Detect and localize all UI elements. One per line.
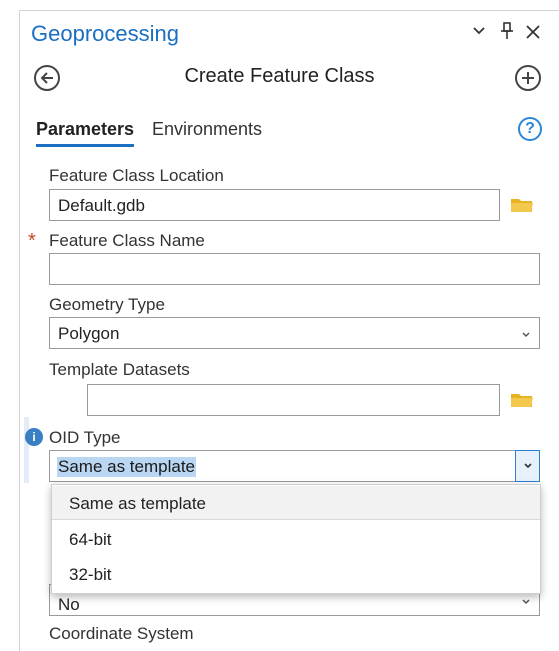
location-input[interactable]: Default.gdb bbox=[49, 189, 500, 221]
oid-dropdown-button[interactable] bbox=[515, 450, 540, 482]
focus-indicator bbox=[24, 417, 29, 483]
chevron-down-icon bbox=[523, 463, 532, 469]
active-tab-indicator bbox=[36, 144, 134, 147]
coord-label: Coordinate System bbox=[49, 624, 194, 643]
oid-value: Same as template bbox=[57, 457, 197, 477]
geometry-select[interactable]: Polygon bbox=[49, 317, 540, 349]
template-input[interactable] bbox=[87, 384, 500, 416]
tab-environments[interactable]: Environments bbox=[152, 119, 262, 140]
template-label: Template Datasets bbox=[49, 360, 190, 379]
help-icon[interactable]: ? bbox=[518, 117, 542, 141]
oid-label: OID Type bbox=[49, 428, 121, 447]
chevron-down-icon bbox=[521, 594, 531, 612]
chevron-down-icon[interactable] bbox=[472, 24, 486, 43]
name-label: Feature Class Name bbox=[49, 231, 205, 250]
pane-title: Geoprocessing bbox=[31, 21, 179, 46]
close-icon[interactable] bbox=[525, 24, 541, 45]
add-button[interactable] bbox=[515, 65, 541, 91]
menu-item-same-as-template[interactable]: Same as template bbox=[52, 486, 540, 520]
geometry-value: Polygon bbox=[58, 324, 120, 343]
name-input[interactable] bbox=[49, 253, 540, 285]
plus-icon bbox=[522, 72, 534, 84]
tool-title: Create Feature Class bbox=[184, 65, 375, 87]
tab-parameters[interactable]: Parameters bbox=[36, 119, 134, 140]
folder-icon[interactable] bbox=[510, 391, 534, 414]
menu-item-32-bit[interactable]: 32-bit bbox=[52, 557, 540, 591]
location-label: Feature Class Location bbox=[49, 166, 224, 185]
oid-dropdown-menu: Same as template 64-bit 32-bit bbox=[51, 484, 541, 594]
geometry-label: Geometry Type bbox=[49, 295, 165, 314]
pin-icon[interactable] bbox=[500, 22, 514, 45]
has-z-value: No bbox=[58, 595, 80, 614]
folder-icon[interactable] bbox=[510, 196, 534, 219]
info-icon[interactable]: i bbox=[25, 428, 43, 446]
chevron-down-icon bbox=[521, 327, 531, 345]
required-icon: * bbox=[28, 230, 36, 252]
menu-item-64-bit[interactable]: 64-bit bbox=[52, 522, 540, 556]
